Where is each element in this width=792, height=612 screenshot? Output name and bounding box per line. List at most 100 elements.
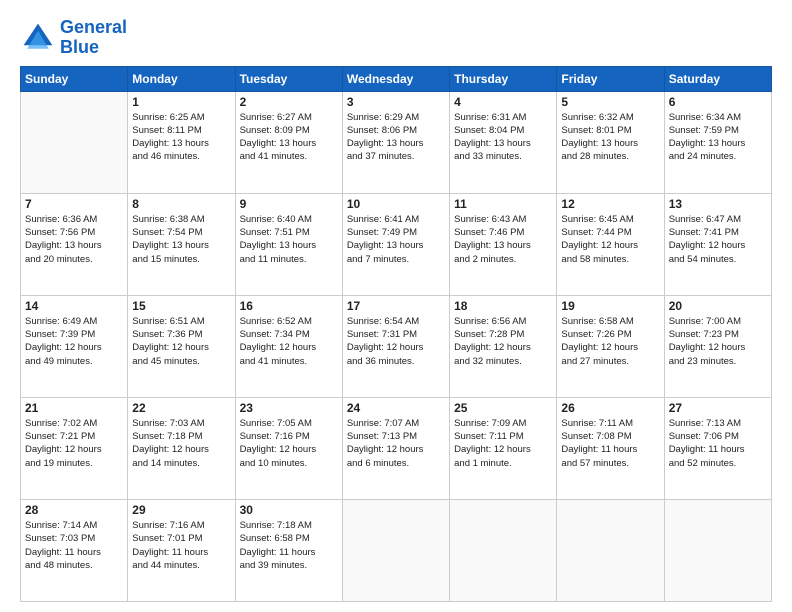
cell-info: Sunrise: 6:25 AM Sunset: 8:11 PM Dayligh…: [132, 111, 230, 164]
calendar-cell: [557, 499, 664, 601]
calendar-cell: 8 Sunrise: 6:38 AM Sunset: 7:54 PM Daylig…: [128, 193, 235, 295]
day-number: 14: [25, 299, 123, 313]
calendar-cell: 18 Sunrise: 6:56 AM Sunset: 7:28 PM Dayli…: [450, 295, 557, 397]
cell-info: Sunrise: 7:03 AM Sunset: 7:18 PM Dayligh…: [132, 417, 230, 470]
day-number: 28: [25, 503, 123, 517]
calendar-cell: 21 Sunrise: 7:02 AM Sunset: 7:21 PM Dayli…: [21, 397, 128, 499]
cell-info: Sunrise: 6:43 AM Sunset: 7:46 PM Dayligh…: [454, 213, 552, 266]
day-number: 15: [132, 299, 230, 313]
calendar-cell: 15Sunrise: 6:51 AM Sunset: 7:36 PM Dayli…: [128, 295, 235, 397]
calendar-cell: 6 Sunrise: 6:34 AM Sunset: 7:59 PM Daylig…: [664, 91, 771, 193]
calendar-cell: [21, 91, 128, 193]
calendar-body: 1 Sunrise: 6:25 AM Sunset: 8:11 PM Daylig…: [21, 91, 772, 601]
cell-info: Sunrise: 6:27 AM Sunset: 8:09 PM Dayligh…: [240, 111, 338, 164]
cell-info: Sunrise: 7:09 AM Sunset: 7:11 PM Dayligh…: [454, 417, 552, 470]
calendar-cell: [342, 499, 449, 601]
calendar-cell: 9 Sunrise: 6:40 AM Sunset: 7:51 PM Daylig…: [235, 193, 342, 295]
day-number: 11: [454, 197, 552, 211]
cell-info: Sunrise: 6:47 AM Sunset: 7:41 PM Dayligh…: [669, 213, 767, 266]
cell-info: Sunrise: 7:13 AM Sunset: 7:06 PM Dayligh…: [669, 417, 767, 470]
cell-info: Sunrise: 6:31 AM Sunset: 8:04 PM Dayligh…: [454, 111, 552, 164]
cell-info: Sunrise: 6:41 AM Sunset: 7:49 PM Dayligh…: [347, 213, 445, 266]
day-number: 21: [25, 401, 123, 415]
cell-info: Sunrise: 6:40 AM Sunset: 7:51 PM Dayligh…: [240, 213, 338, 266]
day-number: 1: [132, 95, 230, 109]
calendar-cell: 3 Sunrise: 6:29 AM Sunset: 8:06 PM Daylig…: [342, 91, 449, 193]
calendar-cell: 10 Sunrise: 6:41 AM Sunset: 7:49 PM Dayli…: [342, 193, 449, 295]
calendar-header-row: SundayMondayTuesdayWednesdayThursdayFrid…: [21, 66, 772, 91]
day-number: 6: [669, 95, 767, 109]
cell-info: Sunrise: 7:11 AM Sunset: 7:08 PM Dayligh…: [561, 417, 659, 470]
calendar-cell: 16Sunrise: 6:52 AM Sunset: 7:34 PM Dayli…: [235, 295, 342, 397]
cell-info: Sunrise: 6:56 AM Sunset: 7:28 PM Dayligh…: [454, 315, 552, 368]
calendar-week-3: 14 Sunrise: 6:49 AM Sunset: 7:39 PM Dayli…: [21, 295, 772, 397]
calendar-week-1: 1 Sunrise: 6:25 AM Sunset: 8:11 PM Daylig…: [21, 91, 772, 193]
day-header-thursday: Thursday: [450, 66, 557, 91]
logo: General Blue: [20, 18, 127, 58]
calendar-cell: 20 Sunrise: 7:00 AM Sunset: 7:23 PM Dayli…: [664, 295, 771, 397]
day-number: 9: [240, 197, 338, 211]
calendar-cell: 27Sunrise: 7:13 AM Sunset: 7:06 PM Dayli…: [664, 397, 771, 499]
cell-info: Sunrise: 6:36 AM Sunset: 7:56 PM Dayligh…: [25, 213, 123, 266]
calendar-cell: [664, 499, 771, 601]
day-number: 10: [347, 197, 445, 211]
general-blue-icon: [20, 20, 56, 56]
calendar-cell: 29 Sunrise: 7:16 AM Sunset: 7:01 PM Dayli…: [128, 499, 235, 601]
day-number: 13: [669, 197, 767, 211]
day-header-monday: Monday: [128, 66, 235, 91]
cell-info: Sunrise: 6:38 AM Sunset: 7:54 PM Dayligh…: [132, 213, 230, 266]
day-number: 19: [561, 299, 659, 313]
cell-info: Sunrise: 6:58 AM Sunset: 7:26 PM Dayligh…: [561, 315, 659, 368]
calendar-cell: 26Sunrise: 7:11 AM Sunset: 7:08 PM Dayli…: [557, 397, 664, 499]
calendar-cell: 14 Sunrise: 6:49 AM Sunset: 7:39 PM Dayli…: [21, 295, 128, 397]
calendar-cell: 30 Sunrise: 7:18 AM Sunset: 6:58 PM Dayli…: [235, 499, 342, 601]
cell-info: Sunrise: 7:02 AM Sunset: 7:21 PM Dayligh…: [25, 417, 123, 470]
cell-info: Sunrise: 6:29 AM Sunset: 8:06 PM Dayligh…: [347, 111, 445, 164]
calendar-cell: 13 Sunrise: 6:47 AM Sunset: 7:41 PM Dayli…: [664, 193, 771, 295]
cell-info: Sunrise: 7:14 AM Sunset: 7:03 PM Dayligh…: [25, 519, 123, 572]
cell-info: Sunrise: 6:34 AM Sunset: 7:59 PM Dayligh…: [669, 111, 767, 164]
calendar-cell: 25 Sunrise: 7:09 AM Sunset: 7:11 PM Dayli…: [450, 397, 557, 499]
day-header-sunday: Sunday: [21, 66, 128, 91]
cell-info: Sunrise: 7:07 AM Sunset: 7:13 PM Dayligh…: [347, 417, 445, 470]
day-number: 2: [240, 95, 338, 109]
calendar-cell: 23Sunrise: 7:05 AM Sunset: 7:16 PM Dayli…: [235, 397, 342, 499]
day-number: 12: [561, 197, 659, 211]
calendar-week-2: 7 Sunrise: 6:36 AM Sunset: 7:56 PM Daylig…: [21, 193, 772, 295]
calendar-cell: 19 Sunrise: 6:58 AM Sunset: 7:26 PM Dayli…: [557, 295, 664, 397]
day-number: 7: [25, 197, 123, 211]
day-number: 18: [454, 299, 552, 313]
day-number: 29: [132, 503, 230, 517]
calendar-cell: 12 Sunrise: 6:45 AM Sunset: 7:44 PM Dayli…: [557, 193, 664, 295]
calendar-cell: 28 Sunrise: 7:14 AM Sunset: 7:03 PM Dayli…: [21, 499, 128, 601]
calendar-cell: 17 Sunrise: 6:54 AM Sunset: 7:31 PM Dayli…: [342, 295, 449, 397]
cell-info: Sunrise: 6:49 AM Sunset: 7:39 PM Dayligh…: [25, 315, 123, 368]
day-number: 3: [347, 95, 445, 109]
calendar-cell: 7 Sunrise: 6:36 AM Sunset: 7:56 PM Daylig…: [21, 193, 128, 295]
day-header-wednesday: Wednesday: [342, 66, 449, 91]
cell-info: Sunrise: 7:18 AM Sunset: 6:58 PM Dayligh…: [240, 519, 338, 572]
day-number: 20: [669, 299, 767, 313]
calendar-week-4: 21 Sunrise: 7:02 AM Sunset: 7:21 PM Dayli…: [21, 397, 772, 499]
day-number: 17: [347, 299, 445, 313]
day-header-saturday: Saturday: [664, 66, 771, 91]
calendar: SundayMondayTuesdayWednesdayThursdayFrid…: [20, 66, 772, 602]
cell-info: Sunrise: 6:32 AM Sunset: 8:01 PM Dayligh…: [561, 111, 659, 164]
day-number: 8: [132, 197, 230, 211]
calendar-cell: 1 Sunrise: 6:25 AM Sunset: 8:11 PM Daylig…: [128, 91, 235, 193]
cell-info: Sunrise: 6:54 AM Sunset: 7:31 PM Dayligh…: [347, 315, 445, 368]
calendar-cell: [450, 499, 557, 601]
cell-info: Sunrise: 6:45 AM Sunset: 7:44 PM Dayligh…: [561, 213, 659, 266]
calendar-cell: 24Sunrise: 7:07 AM Sunset: 7:13 PM Dayli…: [342, 397, 449, 499]
day-number: 25: [454, 401, 552, 415]
cell-info: Sunrise: 7:00 AM Sunset: 7:23 PM Dayligh…: [669, 315, 767, 368]
day-number: 16: [240, 299, 338, 313]
calendar-cell: 4Sunrise: 6:31 AM Sunset: 8:04 PM Daylig…: [450, 91, 557, 193]
calendar-cell: 11 Sunrise: 6:43 AM Sunset: 7:46 PM Dayli…: [450, 193, 557, 295]
calendar-cell: 2 Sunrise: 6:27 AM Sunset: 8:09 PM Daylig…: [235, 91, 342, 193]
cell-info: Sunrise: 7:16 AM Sunset: 7:01 PM Dayligh…: [132, 519, 230, 572]
day-number: 30: [240, 503, 338, 517]
day-number: 23: [240, 401, 338, 415]
day-number: 22: [132, 401, 230, 415]
day-number: 5: [561, 95, 659, 109]
